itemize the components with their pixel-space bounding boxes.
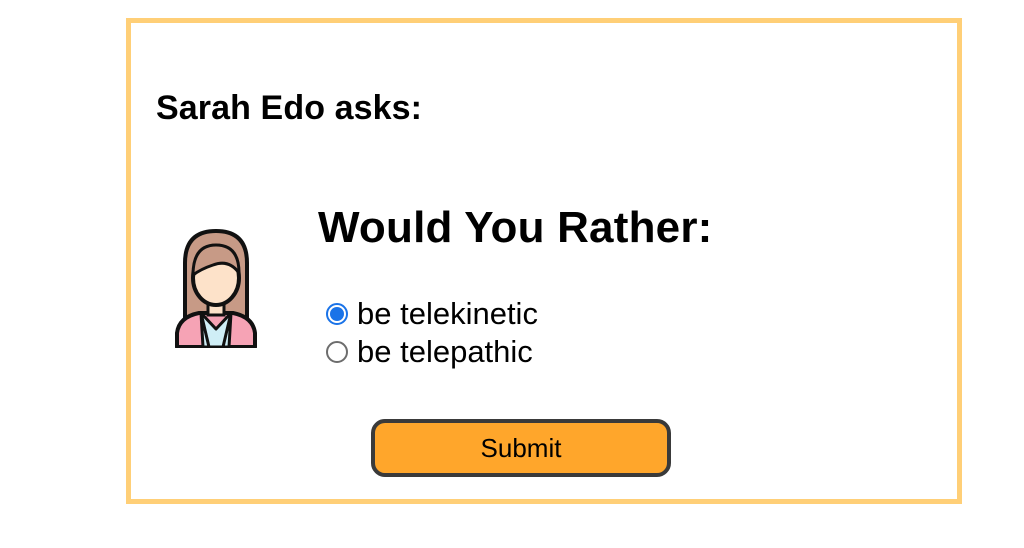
options-group: be telekinetic be telepathic: [326, 295, 713, 371]
radio-button-unselected[interactable]: [326, 341, 348, 363]
asker-heading: Sarah Edo asks:: [156, 89, 423, 127]
option-label: be telepathic: [357, 334, 533, 369]
poll-card: Sarah Edo asks: Would You Rather: be tel…: [126, 18, 962, 504]
option-label: be telekinetic: [357, 296, 538, 331]
submit-button[interactable]: Submit: [371, 419, 671, 477]
question-block: Would You Rather: be telekinetic be tele…: [318, 203, 713, 371]
radio-button-selected[interactable]: [326, 303, 348, 325]
option-telepathic[interactable]: be telepathic: [326, 333, 713, 371]
option-telekinetic[interactable]: be telekinetic: [326, 295, 713, 333]
question-title: Would You Rather:: [318, 203, 713, 252]
woman-avatar-icon: [171, 223, 261, 349]
